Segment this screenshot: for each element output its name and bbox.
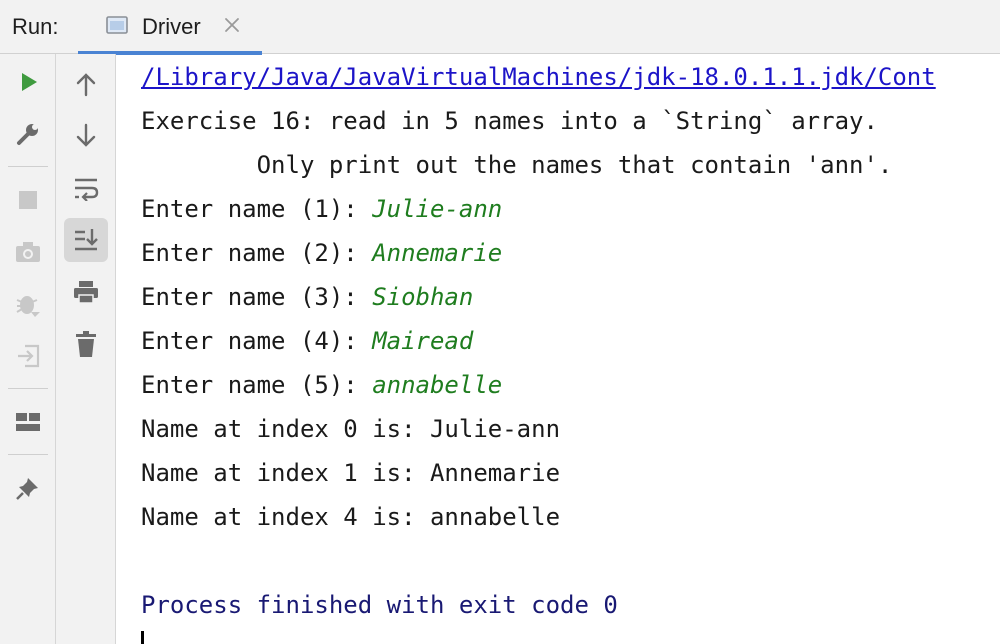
- prompt-text: Enter name (4):: [141, 327, 373, 355]
- tab-title: Driver: [142, 14, 201, 39]
- prompt-line: Enter name (5): annabelle: [141, 370, 502, 400]
- result-line: Name at index 0 is: Julie-ann: [141, 415, 561, 443]
- print-icon[interactable]: [64, 270, 108, 314]
- prompt-line: Enter name (1): Julie-ann: [141, 194, 502, 224]
- stop-icon[interactable]: [6, 178, 50, 222]
- scroll-to-end-icon[interactable]: [64, 218, 108, 262]
- result-line: Name at index 4 is: annabelle: [141, 503, 561, 531]
- toolbar-separator: [8, 166, 48, 167]
- exit-message: Process finished with exit code 0: [141, 591, 618, 619]
- tab-driver[interactable]: Driver: [78, 0, 262, 55]
- output-line: Exercise 16: read in 5 names into a `Str…: [141, 107, 878, 135]
- user-input: Siobhan: [372, 283, 474, 311]
- camera-icon[interactable]: [6, 230, 50, 274]
- text-caret: [141, 631, 144, 644]
- output-line: Only print out the names that contain 'a…: [141, 151, 893, 179]
- console-output[interactable]: /Library/Java/JavaVirtualMachines/jdk-18…: [116, 54, 1000, 644]
- user-input: Mairead: [372, 327, 474, 355]
- run-actions-toolbar: [0, 54, 56, 644]
- user-input: Annemarie: [372, 239, 503, 267]
- console-window-icon: [104, 14, 130, 36]
- console-actions-toolbar: [56, 54, 116, 644]
- rerun-icon[interactable]: [6, 60, 50, 104]
- prompt-text: Enter name (5):: [141, 371, 373, 399]
- pin-icon[interactable]: [6, 466, 50, 510]
- trash-icon[interactable]: [64, 322, 108, 366]
- prompt-line: Enter name (3): Siobhan: [141, 282, 473, 312]
- toolbar-separator: [8, 388, 48, 389]
- wrench-icon[interactable]: [6, 112, 50, 156]
- toolbar-separator: [8, 454, 48, 455]
- result-line: Name at index 1 is: Annemarie: [141, 459, 561, 487]
- arrow-down-icon[interactable]: [64, 114, 108, 158]
- layout-icon[interactable]: [6, 400, 50, 444]
- user-input: annabelle: [372, 371, 503, 399]
- close-icon[interactable]: [221, 14, 243, 36]
- prompt-line: Enter name (2): Annemarie: [141, 238, 502, 268]
- prompt-text: Enter name (2):: [141, 239, 373, 267]
- soft-wrap-icon[interactable]: [64, 166, 108, 210]
- debug-icon[interactable]: [6, 282, 50, 326]
- login-icon[interactable]: [6, 334, 50, 378]
- user-input: Julie-ann: [372, 195, 503, 223]
- prompt-text: Enter name (3):: [141, 283, 373, 311]
- run-toolwindow-header: Run: Driver: [0, 0, 1000, 55]
- java-path-link[interactable]: /Library/Java/JavaVirtualMachines/jdk-18…: [141, 62, 936, 92]
- prompt-text: Enter name (1):: [141, 195, 373, 223]
- prompt-line: Enter name (4): Mairead: [141, 326, 473, 356]
- arrow-up-icon[interactable]: [64, 62, 108, 106]
- run-label: Run:: [12, 14, 59, 39]
